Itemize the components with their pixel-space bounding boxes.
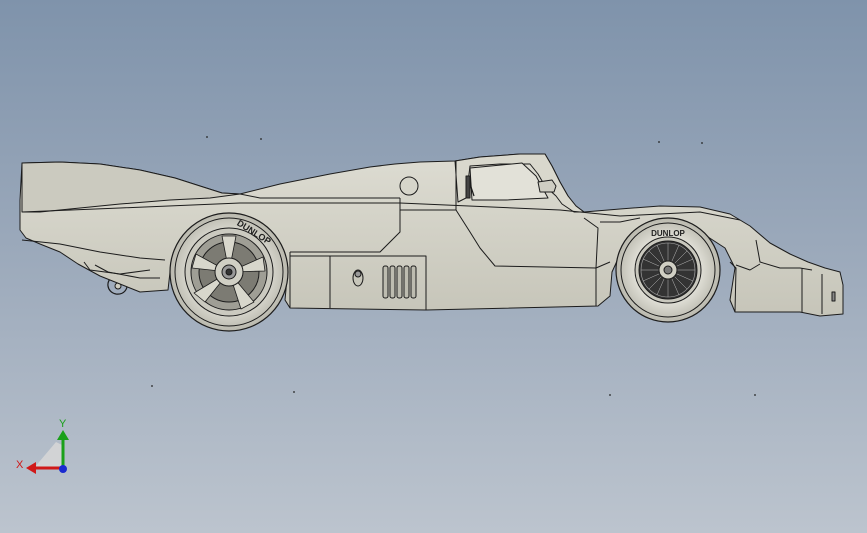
x-arrow-icon bbox=[26, 462, 36, 474]
fuel-cap bbox=[399, 176, 419, 196]
triad-x-label: X bbox=[16, 459, 24, 471]
side-vents bbox=[382, 265, 417, 299]
y-arrow-icon bbox=[57, 430, 69, 440]
rear-wheel: DUNLOP bbox=[169, 212, 289, 332]
triad-y-label: Y bbox=[59, 418, 67, 430]
reference-triad[interactable]: Y X bbox=[16, 418, 69, 474]
side-mirror bbox=[537, 179, 557, 193]
nose-marker bbox=[831, 291, 836, 302]
door-latch bbox=[352, 269, 364, 287]
z-axis-dot-icon bbox=[59, 465, 67, 473]
front-wheel: DUNLOP bbox=[615, 217, 721, 323]
race-car-model[interactable]: DUNLOP DUNLOP bbox=[19, 153, 844, 332]
graphics-viewport[interactable]: DUNLOP DUNLOP Y X bbox=[0, 0, 867, 533]
triad-shadow bbox=[34, 442, 64, 468]
front-tire-brand: DUNLOP bbox=[651, 229, 685, 238]
